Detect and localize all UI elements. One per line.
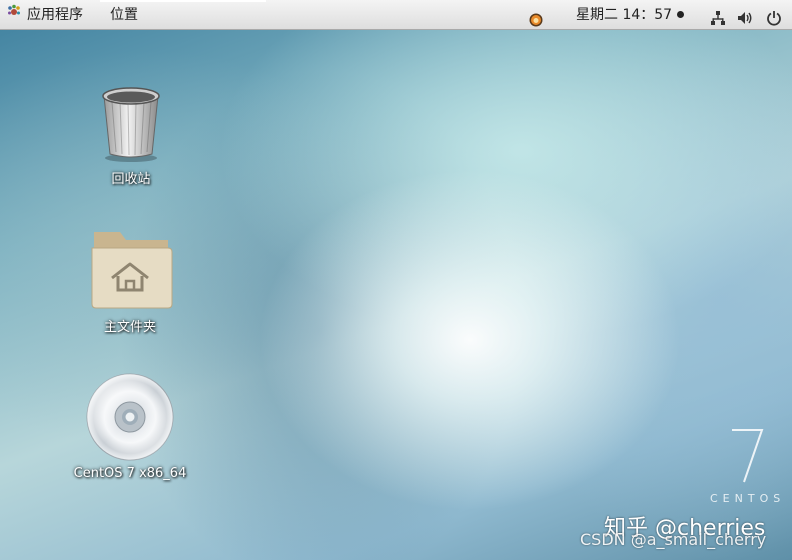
centos-disc-label: CentOS 7 x86_64	[73, 466, 187, 481]
desktop-icon-home-folder[interactable]: 主文件夹	[80, 226, 180, 335]
csdn-watermark: CSDN @a_small_cherry	[580, 530, 767, 549]
home-folder-label: 主文件夹	[103, 320, 156, 335]
power-icon[interactable]	[766, 7, 782, 26]
desktop-icon-centos-disc[interactable]: CentOS 7 x86_64	[60, 372, 200, 481]
places-menu[interactable]: 位置	[110, 0, 138, 30]
clock-text: 星期二 14：57	[576, 7, 673, 23]
applications-label: 应用程序	[27, 7, 83, 23]
tray-app-icon[interactable]	[529, 8, 543, 27]
network-icon[interactable]	[710, 7, 726, 25]
trash-icon	[86, 82, 176, 168]
notification-dot-icon	[677, 10, 685, 18]
top-panel: 应用程序 位置 星期二 14：57	[0, 0, 792, 30]
centos-brand-word: CENTOS	[710, 492, 786, 505]
gnome-foot-icon	[6, 0, 22, 30]
optical-disc-icon	[60, 372, 200, 466]
trash-label: 回收站	[111, 172, 151, 187]
centos-7-numeral	[728, 424, 768, 486]
volume-icon[interactable]	[737, 7, 753, 24]
desktop-icon-trash[interactable]: 回收站	[86, 82, 176, 187]
home-folder-icon	[80, 226, 180, 316]
places-label: 位置	[110, 7, 138, 23]
applications-menu[interactable]: 应用程序	[6, 0, 83, 30]
desktop-background: 应用程序 位置 星期二 14：57 回收站 主文件夹 CentOS 7 x86_…	[0, 0, 792, 560]
clock[interactable]: 星期二 14：57	[576, 0, 685, 30]
